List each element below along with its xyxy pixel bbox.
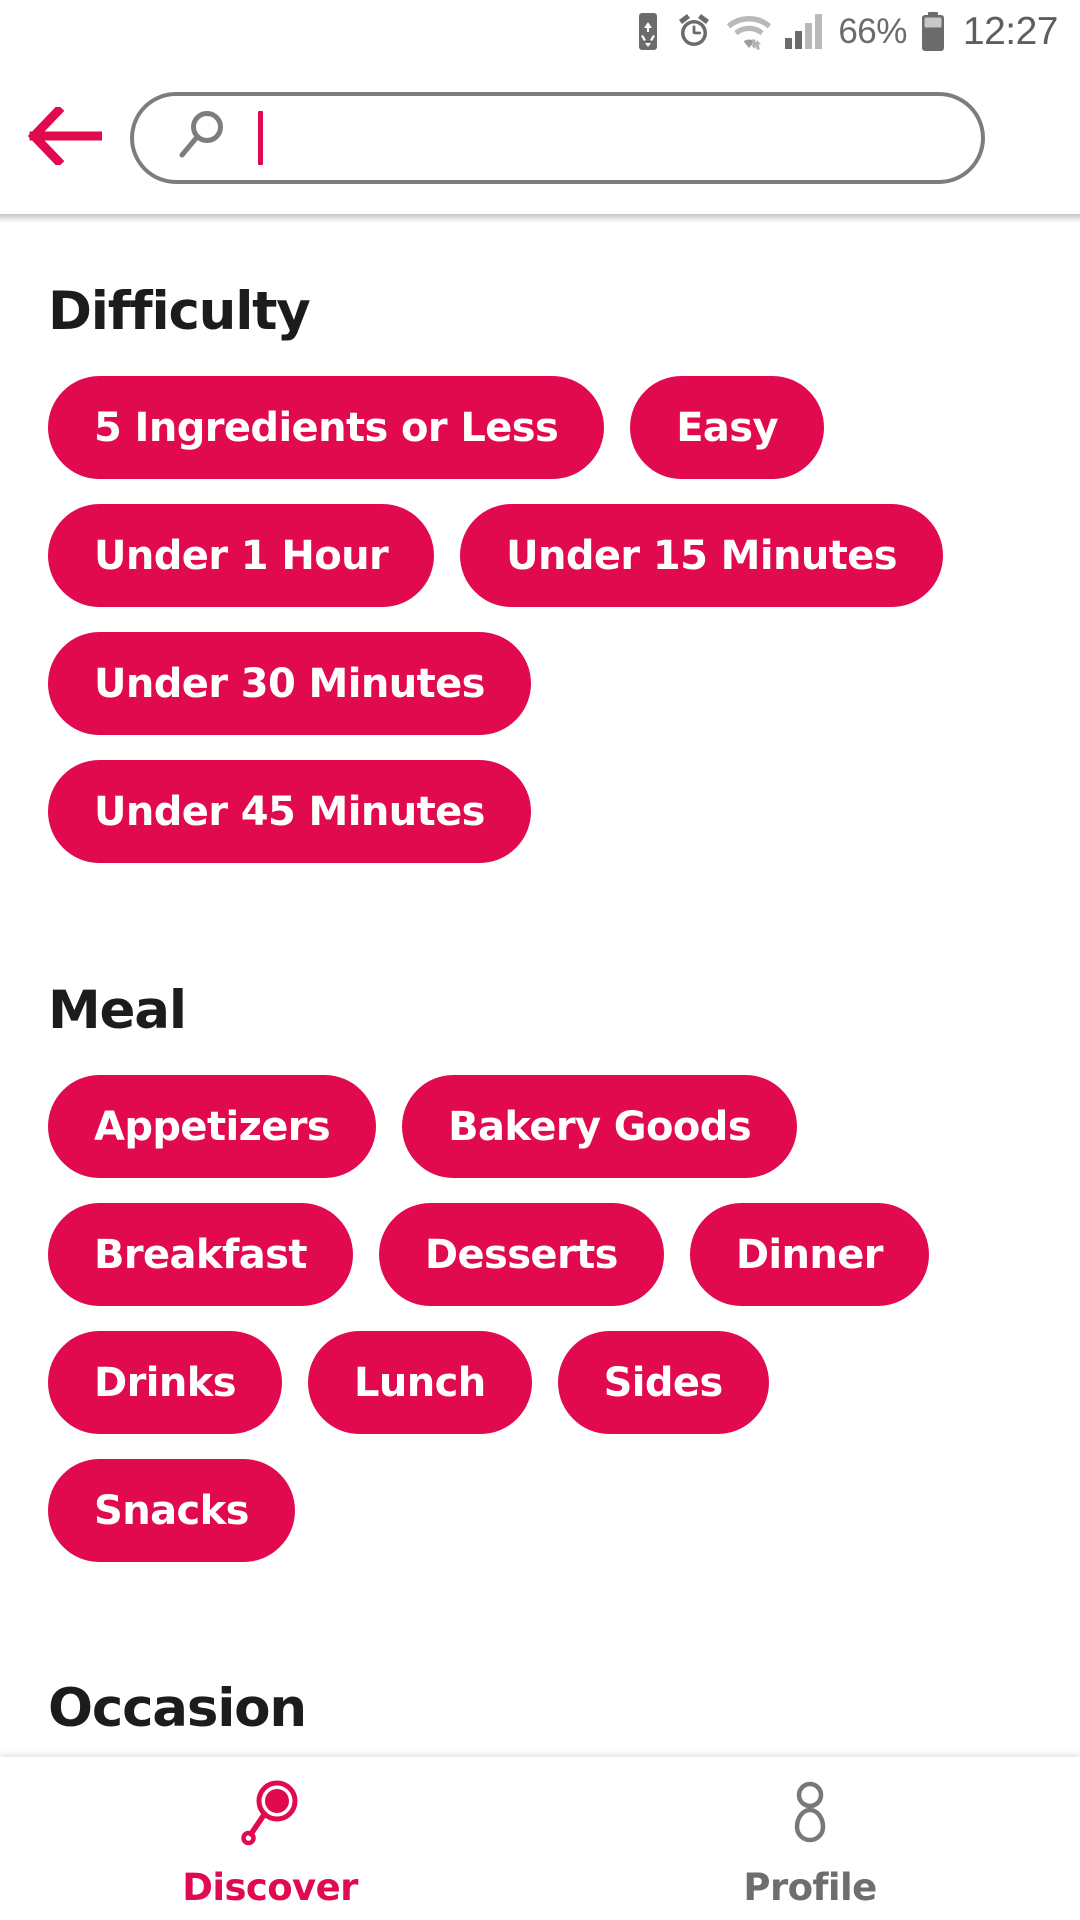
clock-label: 12:27 [962, 9, 1059, 53]
filter-chip-snacks[interactable]: Snacks [48, 1459, 295, 1562]
difficulty-chip-group: 5 Ingredients or Less Easy Under 1 Hour … [48, 376, 1032, 863]
chip-row: Snacks [48, 1459, 1032, 1562]
battery-percent-label: 66% [838, 11, 907, 51]
battery-saver-icon [634, 12, 662, 50]
filter-chip-drinks[interactable]: Drinks [48, 1331, 282, 1434]
chip-row: 5 Ingredients or Less Easy [48, 376, 1032, 479]
filter-chip-under-45-minutes[interactable]: Under 45 Minutes [48, 760, 531, 863]
meal-chip-group: Appetizers Bakery Goods Breakfast Desser… [48, 1075, 1032, 1562]
chip-row: Appetizers Bakery Goods [48, 1075, 1032, 1178]
search-input[interactable] [130, 92, 985, 184]
chip-row: Breakfast Desserts Dinner [48, 1203, 1032, 1306]
section-title-difficulty: Difficulty [48, 281, 311, 342]
nav-label-profile: Profile [743, 1866, 877, 1909]
search-icon [172, 108, 228, 169]
status-bar: 66% 12:27 [0, 0, 1080, 62]
back-arrow-icon [27, 104, 103, 170]
filter-chip-appetizers[interactable]: Appetizers [48, 1075, 377, 1178]
chip-row: Under 1 Hour Under 15 Minutes [48, 504, 1032, 607]
chip-row: Under 45 Minutes [48, 760, 1032, 863]
cellular-signal-icon [785, 13, 825, 50]
search-header [0, 62, 1080, 214]
filter-chip-5-ingredients-or-less[interactable]: 5 Ingredients or Less [48, 376, 605, 479]
filters-scroll-area[interactable]: Difficulty 5 Ingredients or Less Easy Un… [0, 223, 1080, 1757]
alarm-clock-icon [675, 12, 713, 50]
app-root: 66% 12:27 Difficulty 5 Ingredients or Le… [0, 0, 1080, 1920]
text-cursor [258, 111, 263, 165]
person-icon [777, 1779, 843, 1854]
search-icon [237, 1779, 303, 1854]
battery-icon [920, 11, 946, 51]
chip-row: Drinks Lunch Sides [48, 1331, 1032, 1434]
filter-chip-breakfast[interactable]: Breakfast [48, 1203, 353, 1306]
section-difficulty: Difficulty 5 Ingredients or Less Easy Un… [48, 223, 1032, 863]
nav-label-discover: Discover [182, 1866, 358, 1909]
filter-chip-desserts[interactable]: Desserts [378, 1203, 664, 1306]
nav-item-profile[interactable]: Profile [540, 1757, 1080, 1909]
back-button[interactable] [0, 62, 130, 214]
nav-item-discover[interactable]: Discover [0, 1757, 540, 1909]
filter-chip-dinner[interactable]: Dinner [689, 1203, 929, 1306]
section-title-occasion: Occasion [48, 1678, 307, 1739]
filter-chip-sides[interactable]: Sides [557, 1331, 769, 1434]
chip-row: Under 30 Minutes [48, 632, 1032, 735]
header-divider [0, 214, 1080, 223]
bottom-navigation: Discover Profile [0, 1757, 1080, 1920]
filter-chip-under-30-minutes[interactable]: Under 30 Minutes [48, 632, 531, 735]
filter-chip-easy[interactable]: Easy [630, 376, 824, 479]
filter-chip-bakery-goods[interactable]: Bakery Goods [402, 1075, 798, 1178]
filter-chip-under-1-hour[interactable]: Under 1 Hour [48, 504, 435, 607]
section-title-meal: Meal [48, 980, 187, 1041]
section-meal: Meal Appetizers Bakery Goods Breakfast D… [48, 888, 1032, 1562]
wifi-icon [726, 13, 772, 50]
filter-chip-lunch[interactable]: Lunch [307, 1331, 532, 1434]
section-occasion: Occasion BBQ Brunch Casual Party [48, 1587, 1032, 1757]
filter-chip-under-15-minutes[interactable]: Under 15 Minutes [460, 504, 943, 607]
